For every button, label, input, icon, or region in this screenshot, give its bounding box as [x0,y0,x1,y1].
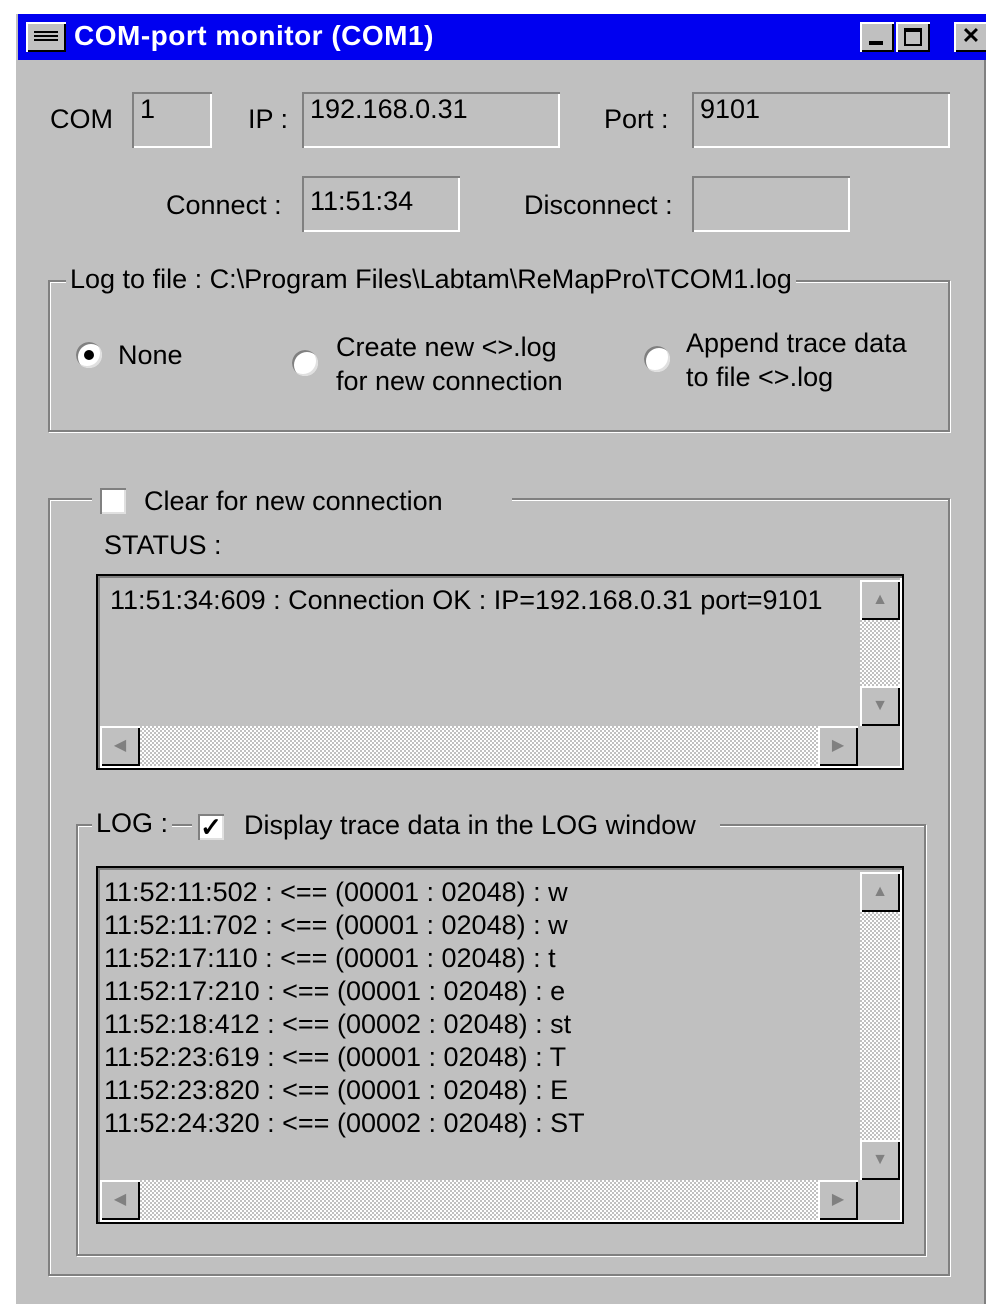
status-label: STATUS : [104,530,222,560]
log-line: 11:52:23:820 : <== (00001 : 02048) : E [104,1075,569,1105]
connect-label: Connect : [166,190,282,220]
log-scroll-left-icon[interactable]: ◀ [100,1180,140,1220]
title-bar[interactable]: COM-port monitor (COM1) [18,14,986,60]
radio-append-label-1: Append trace data [686,328,907,358]
status-line: 11:51:34:609 : Connection OK : IP=192.16… [110,585,823,615]
clear-checkbox-label: Clear for new connection [144,486,443,516]
log-line: 11:52:23:619 : <== (00001 : 02048) : T [104,1042,567,1072]
ip-label: IP : [248,104,289,134]
maximize-button[interactable] [896,22,930,52]
status-scroll-left-icon[interactable]: ◀ [100,726,140,766]
log-line: 11:52:11:502 : <== (00001 : 02048) : w [104,877,568,907]
radio-none-label: None [118,340,183,370]
display-trace-checkbox[interactable]: ✓ [198,814,224,840]
status-horizontal-scrollbar[interactable] [100,726,858,766]
log-line: 11:52:18:412 : <== (00002 : 02048) : st [104,1009,572,1039]
log-listbox[interactable]: 11:52:11:502 : <== (00001 : 02048) : w 1… [96,866,904,1224]
status-scroll-right-icon[interactable]: ▶ [818,726,858,766]
radio-append[interactable] [644,346,670,372]
system-menu-icon[interactable] [26,22,66,52]
com-field[interactable]: 1 [132,92,212,148]
radio-create-new-label-2: for new connection [336,366,563,396]
display-trace-checkbox-label: Display trace data in the LOG window [244,810,696,840]
port-field[interactable]: 9101 [692,92,950,148]
log-legend: LOG : [92,808,173,839]
window-title: COM-port monitor (COM1) [74,20,434,51]
log-line: 11:52:24:320 : <== (00002 : 02048) : ST [104,1108,585,1138]
minimize-button[interactable] [860,22,894,52]
radio-create-new-label-1: Create new <>.log [336,332,557,362]
disconnect-time-field[interactable] [692,176,850,232]
status-scroll-up-icon[interactable]: ▲ [860,580,900,620]
log-line: 11:52:17:110 : <== (00001 : 02048) : t [104,943,556,973]
log-line: 11:52:11:702 : <== (00001 : 02048) : w [104,910,568,940]
ip-field[interactable]: 192.168.0.31 [302,92,560,148]
status-scroll-down-icon[interactable]: ▼ [860,686,900,726]
radio-append-label-2: to file <>.log [686,362,834,392]
log-line: 11:52:17:210 : <== (00001 : 02048) : e [104,976,566,1006]
com-label: COM [50,104,113,134]
clear-checkbox[interactable] [100,488,126,514]
log-horizontal-scrollbar[interactable] [100,1180,858,1220]
radio-none[interactable] [76,342,102,368]
disconnect-label: Disconnect : [524,190,673,220]
close-button[interactable] [954,22,986,52]
radio-create-new[interactable] [292,350,318,376]
log-vertical-scrollbar[interactable] [860,872,900,1180]
port-label: Port : [604,104,669,134]
log-scroll-down-icon[interactable]: ▼ [860,1140,900,1180]
log-scroll-up-icon[interactable]: ▲ [860,872,900,912]
log-to-file-legend: Log to file : C:\Program Files\Labtam\Re… [66,264,796,295]
connect-time-field[interactable]: 11:51:34 [302,176,460,232]
log-scroll-right-icon[interactable]: ▶ [818,1180,858,1220]
